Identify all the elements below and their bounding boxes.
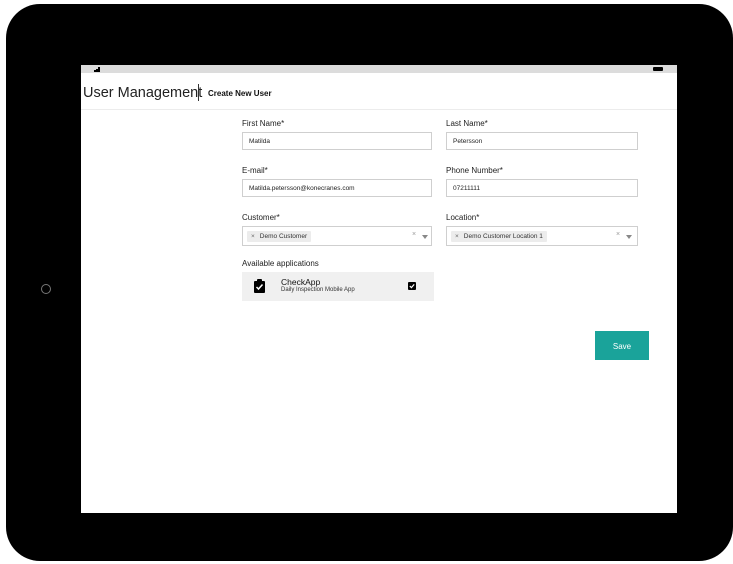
email-label: E-mail* <box>242 166 268 175</box>
location-chip: × Demo Customer Location 1 <box>451 231 547 242</box>
applications-heading: Available applications <box>242 259 319 268</box>
application-item[interactable]: CheckApp Daily Inspection Mobile App <box>242 272 434 301</box>
first-name-label: First Name* <box>242 119 285 128</box>
app-screen: User Management Create New User First Na… <box>81 65 677 513</box>
last-name-label: Last Name* <box>446 119 488 128</box>
clipboard-check-icon <box>254 279 265 293</box>
status-bar <box>81 65 677 73</box>
location-select[interactable]: × Demo Customer Location 1 × <box>446 226 638 246</box>
location-chip-label: Demo Customer Location 1 <box>463 233 543 240</box>
home-button[interactable] <box>41 284 51 294</box>
customer-chip: × Demo Customer <box>247 231 312 242</box>
chip-remove-icon[interactable]: × <box>251 233 255 240</box>
customer-label: Customer* <box>242 213 280 222</box>
application-description: Daily Inspection Mobile App <box>281 287 355 293</box>
first-name-field[interactable]: Matilda <box>242 132 432 150</box>
application-checkbox[interactable] <box>408 282 416 290</box>
page-title: User Management <box>83 85 203 101</box>
signal-icon <box>94 67 100 72</box>
location-label: Location* <box>446 213 480 222</box>
page-subtitle: Create New User <box>208 89 272 98</box>
clear-icon[interactable]: × <box>616 231 620 238</box>
phone-label: Phone Number* <box>446 166 503 175</box>
tablet-frame: User Management Create New User First Na… <box>6 4 733 561</box>
chip-remove-icon[interactable]: × <box>455 233 459 240</box>
save-button[interactable]: Save <box>595 331 649 360</box>
customer-chip-label: Demo Customer <box>259 233 308 240</box>
application-name: CheckApp <box>281 277 321 287</box>
chevron-down-icon[interactable] <box>422 235 428 239</box>
battery-icon <box>653 67 663 71</box>
chevron-down-icon[interactable] <box>626 235 632 239</box>
header-divider <box>198 84 199 101</box>
last-name-field[interactable]: Petersson <box>446 132 638 150</box>
clear-icon[interactable]: × <box>412 231 416 238</box>
phone-field[interactable]: 07211111 <box>446 179 638 197</box>
page-header: User Management Create New User <box>81 73 677 110</box>
email-field[interactable]: Matilda.petersson@konecranes.com <box>242 179 432 197</box>
customer-select[interactable]: × Demo Customer × <box>242 226 432 246</box>
